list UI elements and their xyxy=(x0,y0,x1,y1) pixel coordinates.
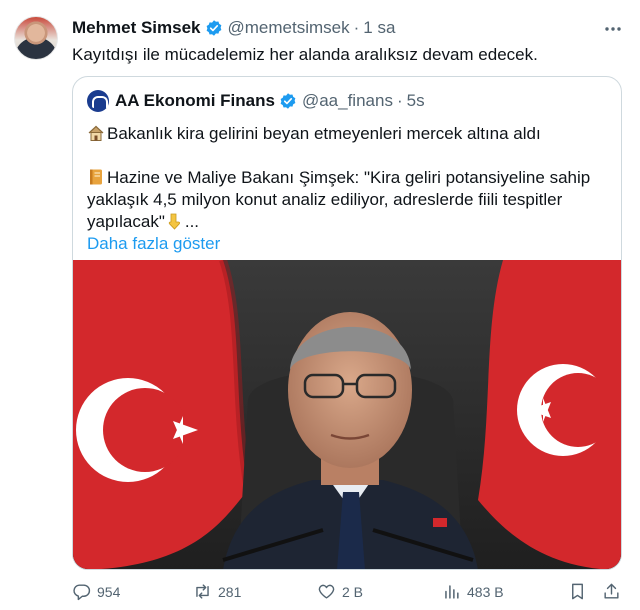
like-icon xyxy=(318,584,335,599)
share-button[interactable] xyxy=(602,582,627,601)
tweet-header: Mehmet Simsek @memetsimsek · 1 sa xyxy=(72,16,395,40)
quoted-tweet[interactable]: AA Ekonomi Finans @aa_finans · 5s Bakanl… xyxy=(72,76,622,570)
tweet-time[interactable]: 1 sa xyxy=(363,18,395,38)
photo-illustration xyxy=(73,260,621,569)
share-icon xyxy=(604,583,619,599)
house-emoji-icon xyxy=(88,125,104,141)
show-more-link[interactable]: Daha fazla göster xyxy=(87,233,607,255)
quote-photo[interactable] xyxy=(73,260,621,569)
reply-count: 954 xyxy=(97,583,121,600)
quote-ellipsis: ... xyxy=(184,212,200,231)
reply-icon xyxy=(73,584,91,601)
views-icon xyxy=(445,585,459,599)
tweet-text: Kayıtdışı ile mücadelemiz her alanda ara… xyxy=(72,45,538,64)
like-count: 2 B xyxy=(342,583,364,600)
quote-line-1: Bakanlık kira gelirini beyan etmeyenleri… xyxy=(87,123,607,145)
quote-line-2: Hazine ve Maliye Bakanı Şimşek: "Kira ge… xyxy=(87,167,607,233)
separator-dot: · xyxy=(396,91,403,110)
author-name[interactable]: Mehmet Simsek xyxy=(72,18,201,38)
verified-badge-icon[interactable] xyxy=(205,19,223,37)
verified-badge-icon[interactable] xyxy=(279,92,297,110)
retweet-button[interactable]: 281 xyxy=(193,582,241,601)
views-button[interactable]: 483 B xyxy=(442,582,504,601)
retweet-icon xyxy=(196,584,209,599)
more-icon[interactable] xyxy=(602,18,624,40)
quote-author-name[interactable]: AA Ekonomi Finans xyxy=(115,91,275,111)
action-bar: 954 281 2 B 483 B xyxy=(72,580,622,604)
quote-header: AA Ekonomi Finans @aa_finans · 5s xyxy=(87,89,425,113)
quote-body: Bakanlık kira gelirini beyan etmeyenleri… xyxy=(87,123,607,255)
quote-time[interactable]: 5s xyxy=(407,91,425,111)
author-avatar[interactable] xyxy=(14,16,58,60)
author-handle[interactable]: @memetsimsek xyxy=(228,18,350,38)
reply-button[interactable]: 954 xyxy=(72,582,120,601)
quote-line-1-text: Bakanlık kira gelirini beyan etmeyenleri… xyxy=(107,124,541,143)
separator-dot: · xyxy=(353,18,360,37)
views-count: 483 B xyxy=(467,583,504,600)
quote-author-handle[interactable]: @aa_finans xyxy=(302,91,393,111)
quote-line-2-text: Hazine ve Maliye Bakanı Şimşek: "Kira ge… xyxy=(87,168,591,231)
bookmark-button[interactable] xyxy=(568,582,593,601)
retweet-count: 281 xyxy=(218,583,242,600)
quote-avatar[interactable] xyxy=(87,90,109,112)
bookmark-icon xyxy=(572,583,583,600)
notebook-emoji-icon xyxy=(90,169,102,185)
pointing-down-emoji-icon xyxy=(168,213,180,230)
like-button[interactable]: 2 B xyxy=(317,582,363,601)
